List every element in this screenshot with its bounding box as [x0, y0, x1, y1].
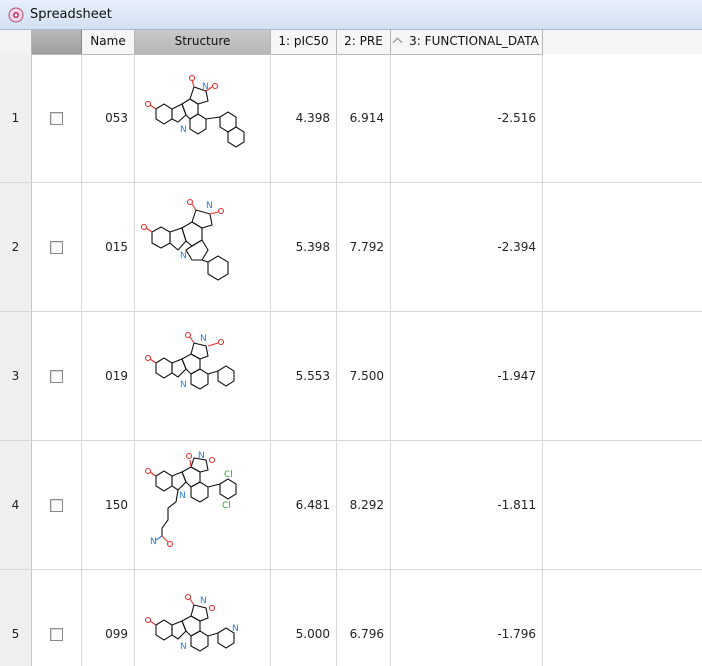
name-cell[interactable]: 150 — [82, 441, 135, 569]
row-number[interactable]: 4 — [0, 441, 32, 569]
row-select-cell — [32, 312, 82, 440]
empty-cell — [543, 183, 702, 311]
name-cell[interactable]: 015 — [82, 183, 135, 311]
molecule-structure-015: N N — [140, 198, 229, 281]
nitrogen-label: N — [179, 491, 186, 501]
chlorine-label: Cl — [224, 470, 233, 480]
sort-icon[interactable] — [392, 37, 403, 48]
table-row[interactable]: 5 099 N N N 5.000 6.796 -1.796 — [0, 570, 702, 666]
nitrogen-label: N — [202, 82, 209, 92]
spreadsheet-window: Spreadsheet Name Structure 1: pIC50 2: P… — [0, 0, 702, 666]
nitrogen-label: N — [206, 201, 213, 211]
data-rows: 1 053 N N 4.398 6.914 -2.516 2 015 N N 5… — [0, 54, 702, 666]
nitrogen-label: N — [200, 334, 207, 344]
pre-cell[interactable]: 6.914 — [337, 54, 391, 182]
column-header-pre[interactable]: 2: PRE — [337, 30, 391, 54]
row-select-cell — [32, 570, 82, 666]
corner-header[interactable] — [0, 30, 32, 54]
chlorine-label: Cl — [222, 501, 231, 511]
row-number[interactable]: 5 — [0, 570, 32, 666]
functional-data-cell[interactable]: -1.796 — [391, 570, 543, 666]
row-select-cell — [32, 441, 82, 569]
nitrogen-label: N — [180, 380, 187, 390]
name-cell[interactable]: 053 — [82, 54, 135, 182]
structure-cell[interactable]: N N — [135, 183, 271, 311]
functional-data-cell[interactable]: -1.947 — [391, 312, 543, 440]
molecule-structure-019: N N — [144, 331, 235, 390]
empty-cell — [543, 54, 702, 182]
pre-cell[interactable]: 8.292 — [337, 441, 391, 569]
row-checkbox[interactable] — [50, 498, 63, 512]
functional-data-cell[interactable]: -1.811 — [391, 441, 543, 569]
structure-cell[interactable]: N N — [135, 54, 271, 182]
column-header-functional-label: 3: FUNCTIONAL_DATA — [409, 34, 539, 48]
pre-cell[interactable]: 7.500 — [337, 312, 391, 440]
nitrogen-label: N — [180, 251, 187, 261]
structure-cell[interactable]: N N N — [135, 570, 271, 666]
spreadsheet-app-icon — [8, 7, 24, 22]
table-row[interactable]: 1 053 N N 4.398 6.914 -2.516 — [0, 54, 702, 183]
nitrogen-label: N — [180, 642, 187, 652]
window-title: Spreadsheet — [30, 7, 112, 22]
molecule-structure-150: Cl Cl N N N — [144, 451, 237, 548]
pic50-cell[interactable]: 5.398 — [271, 183, 337, 311]
column-header-structure[interactable]: Structure — [135, 30, 271, 54]
pic50-cell[interactable]: 4.398 — [271, 54, 337, 182]
nitrogen-label: N — [150, 537, 157, 547]
table-row[interactable]: 3 019 N N 5.553 7.500 -1.947 — [0, 312, 702, 441]
structure-cell[interactable]: N N — [135, 312, 271, 440]
nitrogen-label: N — [180, 125, 187, 135]
column-header-functional-data[interactable]: 3: FUNCTIONAL_DATA — [391, 30, 543, 54]
row-number[interactable]: 2 — [0, 183, 32, 311]
functional-data-cell[interactable]: -2.516 — [391, 54, 543, 182]
row-select-cell — [32, 183, 82, 311]
row-checkbox[interactable] — [50, 111, 63, 125]
row-checkbox[interactable] — [50, 369, 63, 383]
row-number[interactable]: 1 — [0, 54, 32, 182]
empty-cell — [543, 312, 702, 440]
structure-cell[interactable]: Cl Cl N N N — [135, 441, 271, 569]
row-select-cell — [32, 54, 82, 182]
row-checkbox[interactable] — [50, 240, 63, 254]
pre-cell[interactable]: 7.792 — [337, 183, 391, 311]
empty-cell — [543, 441, 702, 569]
checkbox-column-header[interactable] — [32, 30, 82, 54]
column-header-name[interactable]: Name — [82, 30, 135, 54]
nitrogen-label: N — [198, 451, 205, 461]
table-row[interactable]: 2 015 N N 5.398 7.792 -2.394 — [0, 183, 702, 312]
table-row[interactable]: 4 150 Cl Cl N N N 6.481 8.292 -1.811 — [0, 441, 702, 570]
nitrogen-label: N — [232, 624, 239, 634]
empty-cell — [543, 570, 702, 666]
row-number[interactable]: 3 — [0, 312, 32, 440]
empty-column-header — [543, 30, 702, 54]
nitrogen-label: N — [200, 596, 207, 606]
pic50-cell[interactable]: 6.481 — [271, 441, 337, 569]
column-header-pic50[interactable]: 1: pIC50 — [271, 30, 337, 54]
pre-cell[interactable]: 6.796 — [337, 570, 391, 666]
molecule-structure-099: N N N — [144, 593, 239, 652]
name-cell[interactable]: 099 — [82, 570, 135, 666]
pic50-cell[interactable]: 5.553 — [271, 312, 337, 440]
title-bar: Spreadsheet — [0, 0, 702, 30]
pic50-cell[interactable]: 5.000 — [271, 570, 337, 666]
functional-data-cell[interactable]: -2.394 — [391, 183, 543, 311]
row-checkbox[interactable] — [50, 627, 63, 641]
molecule-structure-053: N N — [144, 74, 245, 148]
name-cell[interactable]: 019 — [82, 312, 135, 440]
column-header-row: Name Structure 1: pIC50 2: PRE 3: FUNCTI… — [0, 30, 702, 55]
